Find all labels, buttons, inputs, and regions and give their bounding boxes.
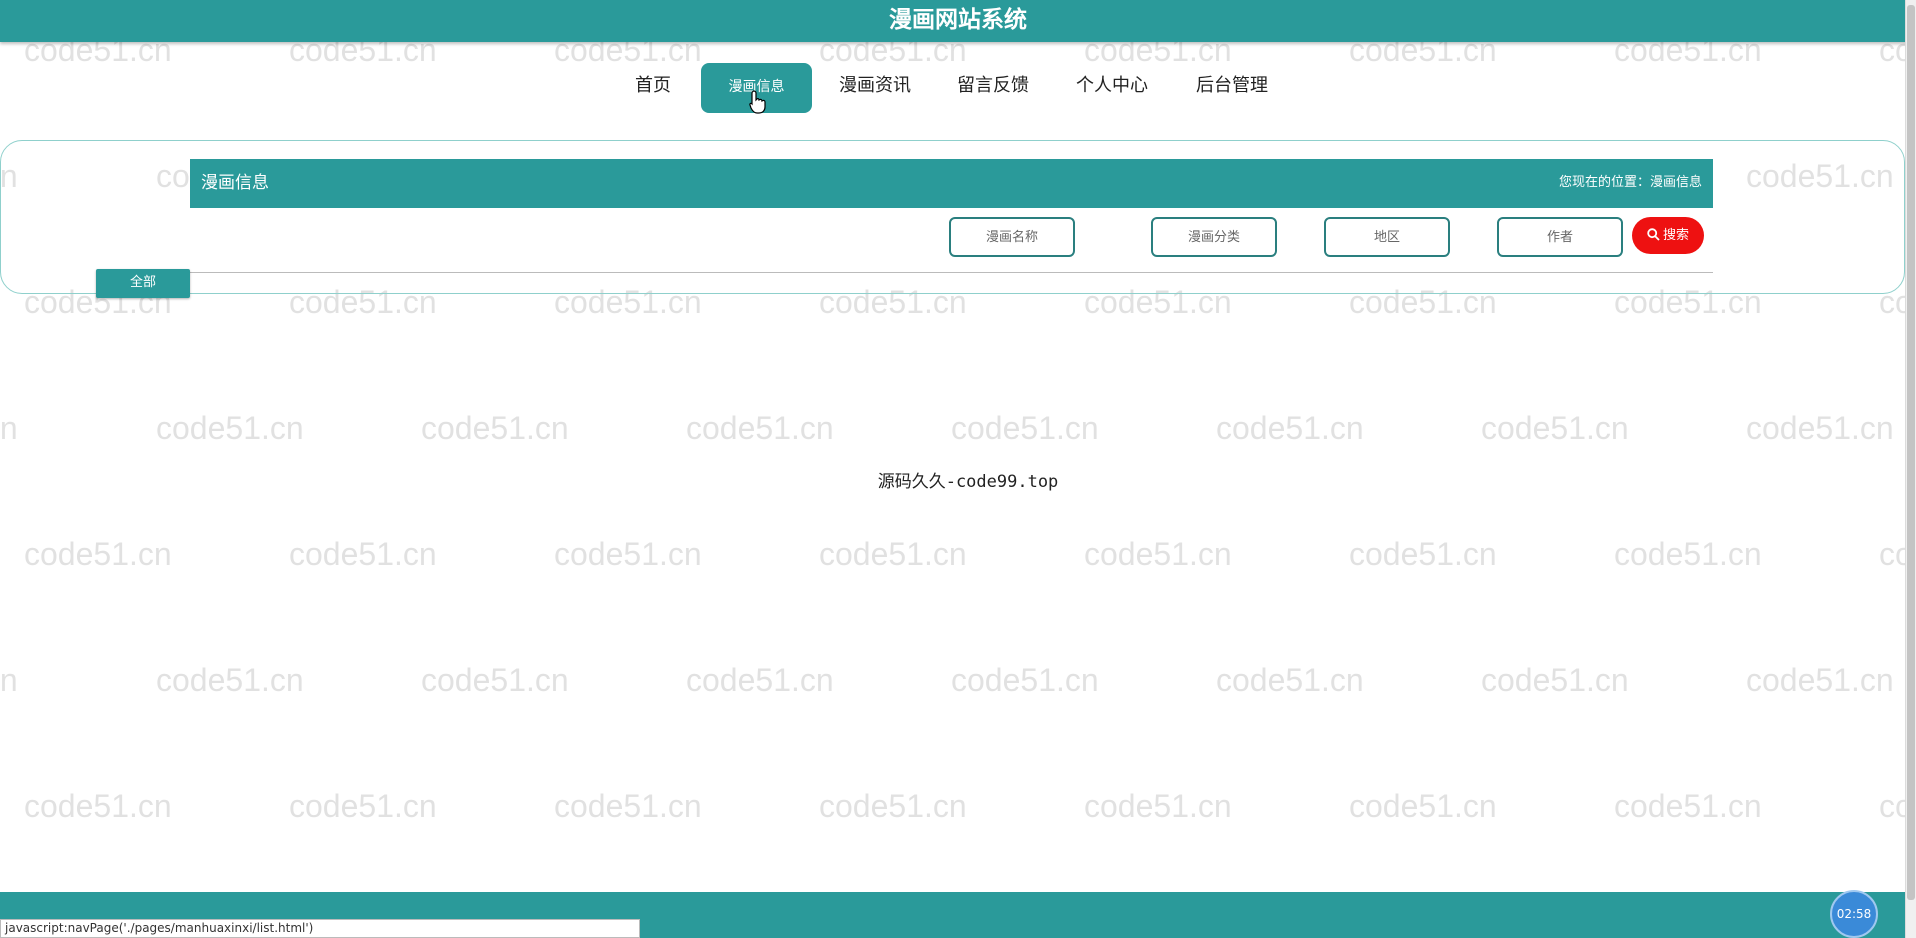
watermark-text: code51.cn [1216,410,1364,446]
search-icon [1647,228,1660,241]
scrollbar-thumb[interactable] [1907,5,1915,900]
watermark-text: code51.cn [1614,536,1762,572]
site-title: 漫画网站系统 [889,7,1027,33]
watermark-text: code51.cn [819,788,967,824]
status-bar-url: javascript:navPage('./pages/manhuaxinxi/… [0,919,640,938]
watermark-text: code51.cn [0,410,18,446]
nav-item-comic-news[interactable]: 漫画资讯 [832,63,918,113]
watermark-text: code51.cn [1614,788,1762,824]
watermark-text: code51.cn [554,536,702,572]
watermark-text: code51.cn [1216,662,1364,698]
nav-item-personal-center[interactable]: 个人中心 [1069,63,1155,113]
comic-category-input[interactable] [1151,217,1277,257]
filter-all-tab[interactable]: 全部 [96,269,190,298]
author-input[interactable] [1497,217,1623,257]
divider [190,272,1713,273]
source-notice: 源码久久-code99.top [877,472,1059,492]
breadcrumb: 您现在的位置：漫画信息 [1558,175,1702,190]
section-header: 漫画信息 您现在的位置：漫画信息 [190,159,1713,208]
vertical-scrollbar[interactable] [1905,0,1916,938]
watermark-text: code51.cn [0,662,18,698]
watermark-text: code51.cn [554,788,702,824]
search-button[interactable]: 搜索 [1632,217,1704,254]
watermark-text: code51.cn [421,410,569,446]
watermark-text: code51.cn [1084,536,1232,572]
watermark-text: code51.cn [1481,410,1629,446]
section-title: 漫画信息 [201,173,269,193]
hand-cursor-icon [749,90,766,114]
header-bar: 漫画网站系统 [0,0,1916,42]
nav-item-admin[interactable]: 后台管理 [1189,63,1275,113]
watermark-text: code51.cn [951,662,1099,698]
nav-item-home[interactable]: 首页 [626,63,680,113]
search-button-label: 搜索 [1662,228,1689,243]
watermark-text: code51.cn [819,536,967,572]
watermark-text: code51.cn [24,788,172,824]
watermark-text: code51.cn [686,662,834,698]
watermark-text: code51.cn [1746,410,1894,446]
watermark-text: code51.cn [421,662,569,698]
watermark-text: code51.cn [289,788,437,824]
watermark-text: code51.cn [1481,662,1629,698]
watermark-text: code51.cn [686,410,834,446]
watermark-text: code51.cn [24,536,172,572]
watermark-text: code51.cn [1349,536,1497,572]
watermark-text: code51.cn [1746,662,1894,698]
watermark-text: code51.cn [951,410,1099,446]
region-input[interactable] [1324,217,1450,257]
watermark-text: code51.cn [289,536,437,572]
watermark-text: code51.cn [1349,788,1497,824]
watermark-text: code51.cn [156,410,304,446]
comic-name-input[interactable] [949,217,1075,257]
nav-item-feedback[interactable]: 留言反馈 [950,63,1036,113]
main-nav: 首页 漫画信息 漫画资讯 留言反馈 个人中心 后台管理 [0,63,1916,113]
watermark-text: code51.cn [1084,788,1232,824]
watermark-text: code51.cn [156,662,304,698]
timer-badge: 02:58 [1830,890,1878,938]
